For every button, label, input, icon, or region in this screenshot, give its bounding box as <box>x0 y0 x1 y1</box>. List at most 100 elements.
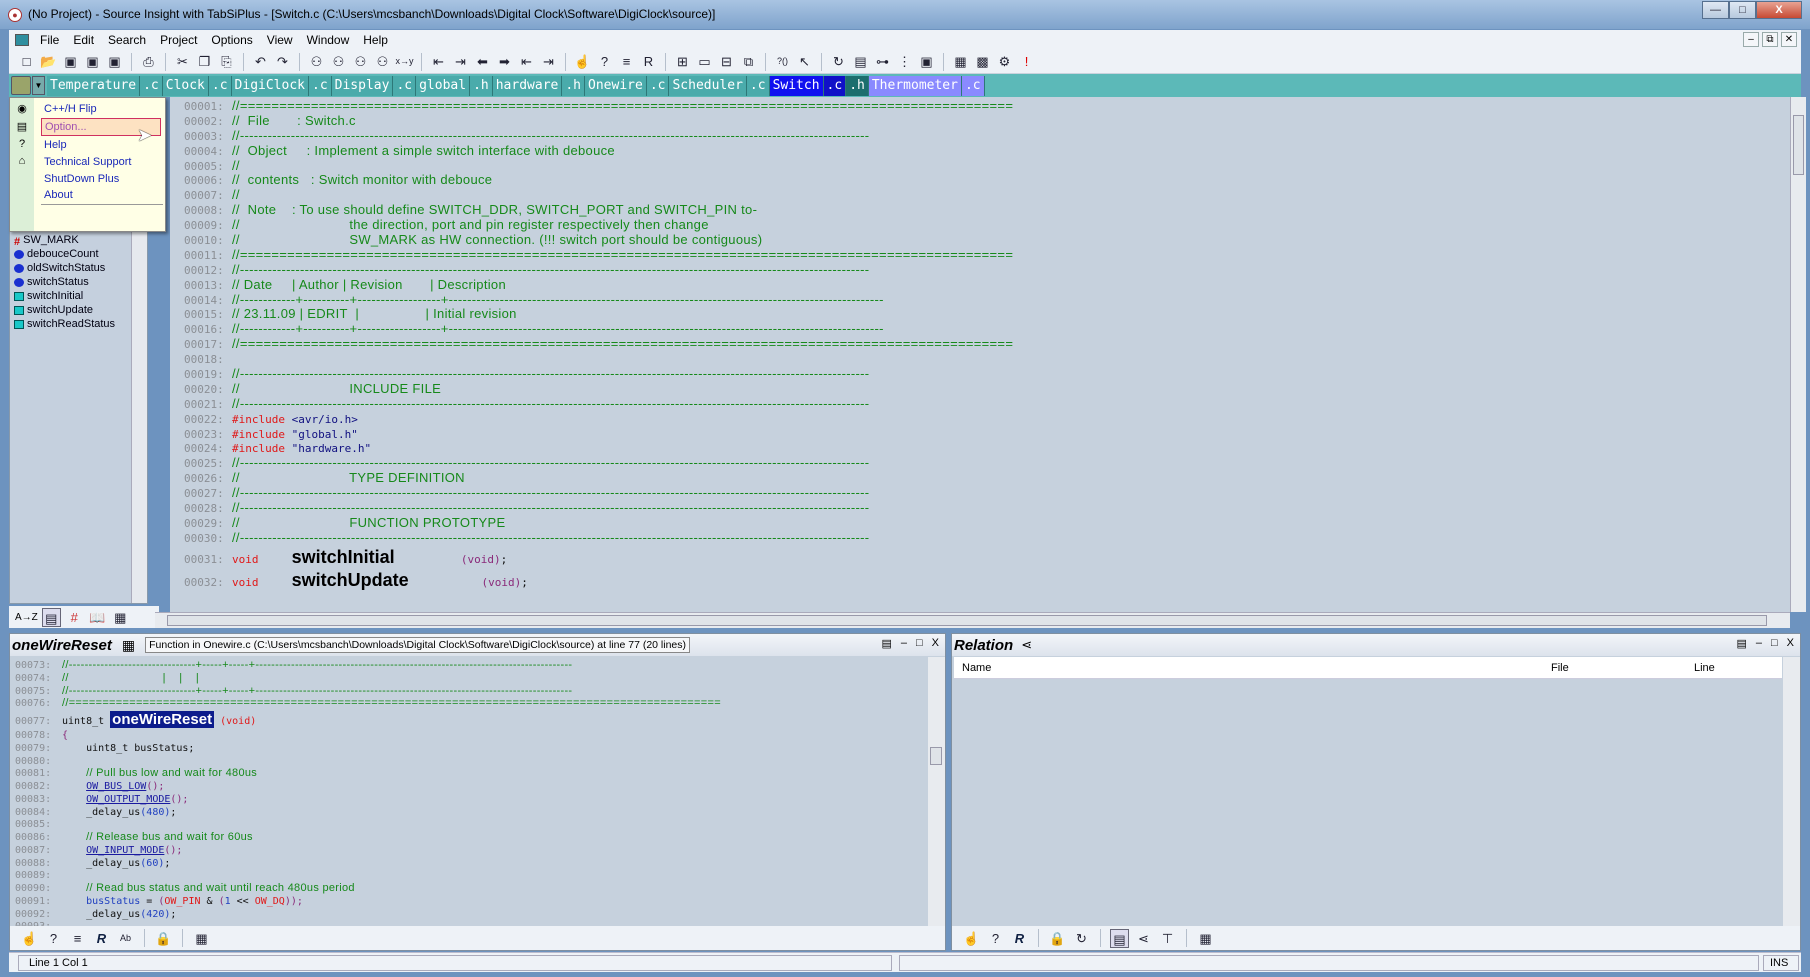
symbol-item[interactable]: switchReadStatus <box>14 318 115 330</box>
relation-graph-icon[interactable]: ⋖ <box>1021 637 1032 653</box>
clip-window-icon[interactable]: ▦ <box>951 52 970 71</box>
properties-icon[interactable]: ▦ <box>1196 929 1215 948</box>
close-button[interactable]: X <box>1756 1 1802 19</box>
image-icon[interactable]: ▩ <box>973 52 992 71</box>
menu-item-about[interactable]: About <box>41 186 161 204</box>
refresh-icon[interactable]: ↻ <box>1072 929 1091 948</box>
context-help-icon[interactable]: ?() <box>773 52 792 71</box>
paste-icon[interactable]: ⎘ <box>217 52 236 71</box>
lock-icon[interactable]: 🔒 <box>1048 929 1067 948</box>
references-icon[interactable]: R <box>92 929 111 948</box>
cascade-icon[interactable]: ⧉ <box>739 52 758 71</box>
properties-icon[interactable]: ▦ <box>111 608 130 627</box>
horizontal-graph-icon[interactable]: ⋖ <box>1134 929 1153 948</box>
jump-icon[interactable]: ☝ <box>20 929 39 948</box>
save-all-icon[interactable]: ▣ <box>105 52 124 71</box>
menu-window[interactable]: Window <box>300 33 357 47</box>
symbol-info-icon[interactable]: ? <box>595 52 614 71</box>
book-icon[interactable]: 📖 <box>88 608 107 627</box>
symbol-item[interactable]: # SW_MARK <box>14 234 79 248</box>
browse-icon[interactable]: ≡ <box>617 52 636 71</box>
pin-icon[interactable]: ▤ <box>881 637 891 650</box>
editor-vertical-scrollbar[interactable] <box>1790 97 1806 612</box>
save-as-icon[interactable]: ▣ <box>83 52 102 71</box>
scroll-thumb[interactable] <box>167 615 1767 626</box>
symbol-item[interactable]: oldSwitchStatus <box>14 262 105 274</box>
window-icon[interactable]: ▭ <box>695 52 714 71</box>
open-file-icon[interactable]: 📂 <box>39 52 58 71</box>
list-view-icon[interactable]: ▤ <box>41 607 61 627</box>
relation-window-icon[interactable]: ⊶ <box>873 52 892 71</box>
tab-global[interactable]: global <box>416 75 471 96</box>
indent-icon[interactable]: ⇥ <box>539 52 558 71</box>
tab-switch[interactable]: Switch <box>769 75 824 96</box>
menu-help[interactable]: Help <box>356 33 395 47</box>
column-name[interactable]: Name <box>962 662 991 674</box>
print-icon[interactable]: ⎙ <box>139 52 158 71</box>
tab-hardware[interactable]: hardware <box>492 75 563 96</box>
category-icon[interactable]: # <box>65 608 84 627</box>
chevron-down-icon[interactable]: ▼ <box>32 76 45 95</box>
minimize-panel-icon[interactable]: – <box>901 637 907 650</box>
search-files-icon[interactable]: ⚇ <box>373 52 392 71</box>
project-window-icon[interactable]: ⋮ <box>895 52 914 71</box>
pointer-help-icon[interactable]: ↖ <box>795 52 814 71</box>
tab-thermometer[interactable]: Thermometer <box>868 75 962 96</box>
tab-temperature[interactable]: Temperature <box>47 75 141 96</box>
cut-icon[interactable]: ✂ <box>173 52 192 71</box>
minimize-panel-icon[interactable]: – <box>1756 637 1762 650</box>
app-icon[interactable]: ● <box>8 8 22 22</box>
code-editor[interactable]: 00001: //================================… <box>170 97 1790 612</box>
symbol-info-icon[interactable]: ? <box>44 929 63 948</box>
copy-icon[interactable]: ❐ <box>195 52 214 71</box>
tab-switch-header[interactable]: .h <box>846 75 869 96</box>
undo-icon[interactable]: ↶ <box>251 52 270 71</box>
settings-icon[interactable]: ⚙ <box>995 52 1014 71</box>
close-panel-icon[interactable]: X <box>932 637 939 650</box>
menu-edit[interactable]: Edit <box>66 33 101 47</box>
replace-icon[interactable]: x→y <box>395 52 414 71</box>
tab-clock[interactable]: Clock <box>162 75 209 96</box>
tab-thermometer-ext[interactable]: .c <box>961 75 985 96</box>
tab-digiclock[interactable]: DigiClock <box>231 75 309 96</box>
menu-options[interactable]: Options <box>204 33 259 47</box>
search-icon[interactable]: ⚇ <box>307 52 326 71</box>
maximize-panel-icon[interactable]: □ <box>1771 637 1778 650</box>
symbol-item[interactable]: switchUpdate <box>14 304 93 316</box>
column-file[interactable]: File <box>1551 662 1569 674</box>
tabsiplus-menu-icon[interactable] <box>11 76 31 95</box>
outdent-icon[interactable]: ⇤ <box>517 52 536 71</box>
symbol-item[interactable]: switchInitial <box>14 290 83 302</box>
vertical-graph-icon[interactable]: ⊤ <box>1158 929 1177 948</box>
tab-display-ext[interactable]: .c <box>393 75 417 96</box>
save-icon[interactable]: ▣ <box>61 52 80 71</box>
split-icon[interactable]: ⊟ <box>717 52 736 71</box>
jump-to-definition-icon[interactable]: ☝ <box>573 52 592 71</box>
scroll-thumb[interactable] <box>1793 115 1804 175</box>
menu-item-technical-support[interactable]: Technical Support <box>41 153 161 171</box>
menu-search[interactable]: Search <box>101 33 153 47</box>
tab-clock-ext[interactable]: .c <box>208 75 232 96</box>
tab-switch-ext[interactable]: .c <box>823 75 847 96</box>
rename-icon[interactable]: Ab <box>116 929 135 948</box>
new-file-icon[interactable]: □ <box>17 52 36 71</box>
symbol-window-icon[interactable]: ▤ <box>851 52 870 71</box>
lock-context-icon[interactable]: ▦ <box>122 637 135 654</box>
tab-onewire-ext[interactable]: .c <box>646 75 670 96</box>
back-icon[interactable]: ⬅ <box>473 52 492 71</box>
relation-list[interactable]: Name File Line <box>954 657 1782 927</box>
tile-icon[interactable]: ⊞ <box>673 52 692 71</box>
column-line[interactable]: Line <box>1694 662 1715 674</box>
tab-digiclock-ext[interactable]: .c <box>309 75 332 96</box>
editor-horizontal-scrollbar[interactable] <box>155 612 1790 628</box>
relation-scrollbar[interactable] <box>1783 657 1800 927</box>
menu-project[interactable]: Project <box>153 33 204 47</box>
sync-icon[interactable]: ↻ <box>829 52 848 71</box>
tab-scheduler[interactable]: Scheduler <box>669 75 747 96</box>
symbol-item[interactable]: switchStatus <box>14 276 89 288</box>
menu-item-c-h-flip[interactable]: C++/H Flip <box>41 100 161 118</box>
menu-file[interactable]: File <box>33 33 66 47</box>
mdi-minimize-button[interactable]: – <box>1743 32 1759 47</box>
sort-az-button[interactable]: A→Z <box>15 612 38 623</box>
symbol-info-icon[interactable]: ? <box>986 929 1005 948</box>
